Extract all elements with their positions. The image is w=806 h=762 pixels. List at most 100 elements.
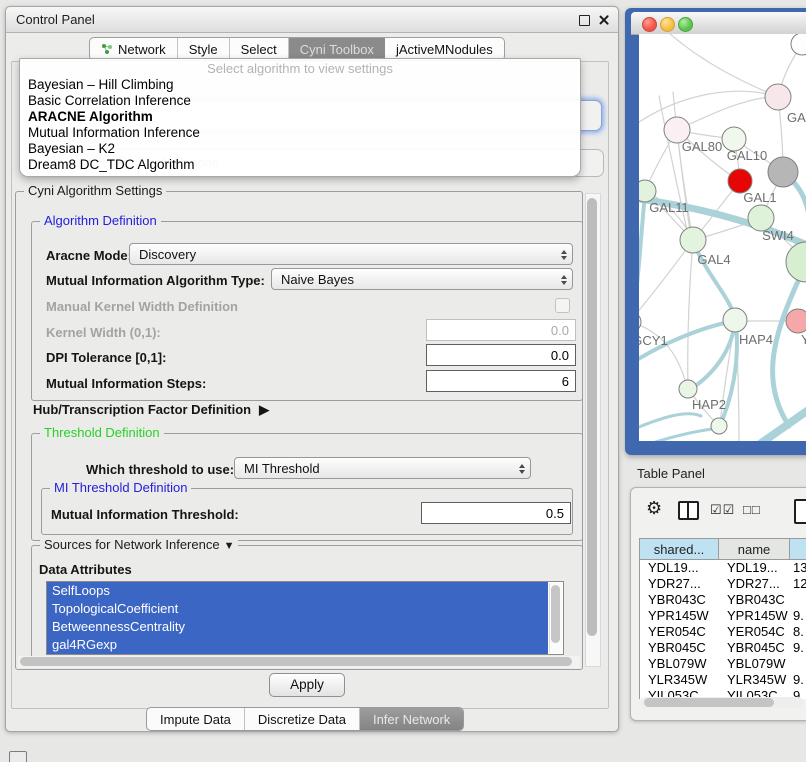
network-node[interactable] [791, 34, 806, 55]
tab-cyni-toolbox[interactable]: Cyni Toolbox [289, 38, 385, 60]
network-edge [659, 34, 778, 97]
dropdown-item-aracne-algorithm[interactable]: ARACNE Algorithm [20, 109, 580, 125]
mi-steps-field[interactable] [426, 370, 576, 392]
list-scrollbar[interactable] [549, 583, 562, 653]
hub-definition-label: Hub/Transcription Factor Definition [33, 402, 251, 417]
attribute-item-selfloops[interactable]: SelfLoops [47, 582, 548, 600]
network-node-gal[interactable] [765, 84, 791, 110]
settings-vertical-scrollbar[interactable] [585, 193, 601, 667]
table-horizontal-scrollbar[interactable] [641, 697, 803, 708]
table-row[interactable]: YDR27...YDR27...12 [640, 576, 806, 592]
network-node-swi4[interactable] [786, 242, 806, 282]
minimize-traffic-light-icon[interactable] [660, 17, 675, 32]
network-node-gcy1[interactable] [639, 312, 641, 332]
manual-kernel-width-label: Manual Kernel Width Definition [46, 299, 238, 314]
table-row[interactable]: YDL19...YDL19...13 [640, 560, 806, 576]
dropdown-item-bayesian-k2[interactable]: Bayesian – K2 [20, 141, 580, 157]
apply-button[interactable]: Apply [269, 673, 345, 697]
which-threshold-label: Which threshold to use: [86, 462, 234, 477]
split-pane-icon[interactable] [678, 501, 699, 520]
network-node-hap2[interactable] [679, 380, 697, 398]
aracne-mode-select[interactable]: Discovery [129, 243, 573, 265]
table-panel-title: Table Panel [637, 466, 705, 481]
gear-icon[interactable]: ⚙ [646, 498, 662, 519]
column-header-shared[interactable]: shared... [640, 539, 719, 560]
network-node-hap4[interactable] [723, 308, 747, 332]
network-canvas[interactable]: GALGAL80GAL10GAL1GAL11SWI4GAL4HAP4YGCY1H… [639, 34, 806, 441]
tab-discretize-data[interactable]: Discretize Data [245, 708, 360, 730]
float-window-icon[interactable] [579, 15, 590, 26]
expander-arrow-icon: ▶ [259, 402, 269, 417]
settings-vertical-scrollbar-thumb[interactable] [587, 198, 597, 636]
dropdown-item-mutual-information-inference[interactable]: Mutual Information Inference [20, 125, 580, 141]
select-all-columns-icon[interactable]: ☑☑ [710, 502, 735, 518]
table-cell: 9. [793, 640, 806, 656]
mi-algorithm-type-select[interactable]: Naive Bayes [271, 268, 573, 290]
mi-threshold-label: Mutual Information Threshold: [51, 507, 239, 522]
table-horizontal-scrollbar-thumb[interactable] [644, 698, 774, 707]
tab-label: Select [241, 42, 277, 57]
column-header-col2[interactable] [790, 539, 806, 560]
network-edge [639, 414, 701, 432]
manual-kernel-width-checkbox[interactable] [555, 298, 570, 313]
table-cell: 12 [793, 576, 806, 592]
table-row[interactable]: YPR145WYPR145W9. [640, 608, 806, 624]
tab-label: Style [189, 42, 218, 57]
tab-style[interactable]: Style [178, 38, 230, 60]
node-label-gcy1: GCY1 [639, 333, 668, 348]
tab-network[interactable]: Network [90, 38, 178, 60]
table-row[interactable]: YLR345WYLR345W9. [640, 672, 806, 688]
which-threshold-value: MI Threshold [244, 461, 320, 476]
network-node-gal4[interactable] [680, 227, 706, 253]
column-header-name[interactable]: name [719, 539, 790, 560]
attribute-item-gal4rgexp[interactable]: gal4RGexp [47, 636, 548, 654]
floating-panel-icon[interactable] [9, 751, 27, 762]
network-edge [688, 240, 693, 388]
close-traffic-light-icon[interactable] [642, 17, 657, 32]
table-row[interactable]: YBR043CYBR043C [640, 592, 806, 608]
data-attributes-list[interactable]: SelfLoopsTopologicalCoefficientBetweenne… [46, 581, 564, 655]
tab-select[interactable]: Select [230, 38, 289, 60]
tab-jactivemnodules[interactable]: jActiveMNodules [385, 38, 504, 60]
control-panel-title: Control Panel [16, 12, 95, 27]
mi-threshold-legend: MI Threshold Definition [50, 480, 191, 495]
table-cell: YPR145W [727, 608, 790, 624]
list-scrollbar-thumb[interactable] [551, 585, 560, 643]
table-row[interactable]: YER054CYER054C8. [640, 624, 806, 640]
mi-threshold-field[interactable] [421, 502, 571, 524]
network-node[interactable] [711, 418, 727, 434]
stepper-arrows-icon [519, 461, 525, 477]
table-cell: YBR045C [648, 640, 719, 656]
new-table-icon[interactable] [794, 499, 806, 524]
attribute-item-topologicalcoefficient[interactable]: TopologicalCoefficient [47, 600, 548, 618]
hub-definition-expander[interactable]: Hub/Transcription Factor Definition ▶ [33, 402, 269, 418]
network-node-gal11[interactable] [639, 180, 656, 202]
network-node-y[interactable] [786, 309, 806, 333]
network-edge [639, 91, 778, 129]
tab-infer-network[interactable]: Infer Network [360, 708, 463, 730]
dropdown-item-basic-correlation-inference[interactable]: Basic Correlation Inference [20, 93, 580, 109]
sources-legend[interactable]: Sources for Network Inference▼ [40, 537, 238, 552]
dpi-tolerance-field[interactable] [426, 344, 576, 366]
zoom-traffic-light-icon[interactable] [678, 17, 693, 32]
deselect-all-columns-icon[interactable]: □□ [743, 502, 761, 517]
close-icon[interactable] [598, 14, 610, 26]
table-cell: 13 [793, 560, 806, 576]
control-panel-titlebar[interactable]: Control Panel [6, 7, 618, 33]
dropdown-item-dream8-dc-tdc-algorithm[interactable]: Dream8 DC_TDC Algorithm [20, 157, 580, 173]
kernel-width-field[interactable] [426, 319, 576, 341]
tab-label: jActiveMNodules [396, 42, 493, 57]
which-threshold-select[interactable]: MI Threshold [234, 457, 531, 479]
network-window-titlebar[interactable] [631, 12, 806, 35]
attribute-item-betweennesscentrality[interactable]: BetweennessCentrality [47, 618, 548, 636]
table-cell: YDL19... [648, 560, 719, 576]
network-node[interactable] [768, 157, 798, 187]
settings-horizontal-scrollbar-thumb[interactable] [20, 657, 572, 666]
table-cell: YBR043C [648, 592, 719, 608]
dropdown-item-bayesian-hill-climbing[interactable]: Bayesian – Hill Climbing [20, 77, 580, 93]
settings-horizontal-scrollbar[interactable] [18, 656, 580, 668]
tab-impute-data[interactable]: Impute Data [147, 708, 245, 730]
table-row[interactable]: YBR045CYBR045C9. [640, 640, 806, 656]
table-row[interactable]: YBL079WYBL079W [640, 656, 806, 672]
node-label-gal1: GAL1 [743, 190, 776, 205]
